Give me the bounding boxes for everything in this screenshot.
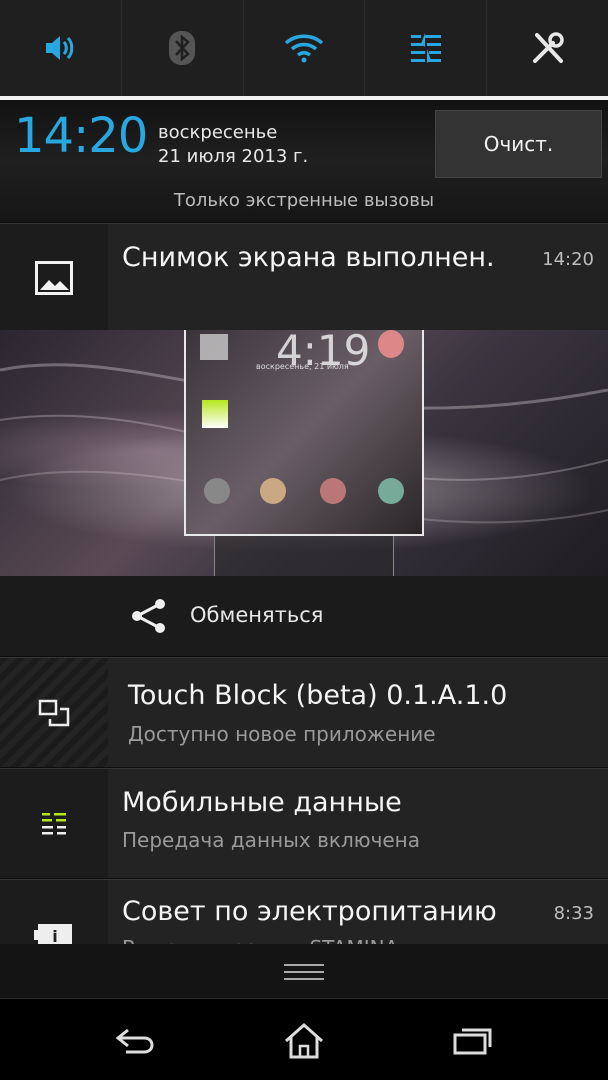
notification-title: Снимок экрана выполнен.: [122, 242, 495, 273]
recent-apps-icon: [453, 1028, 492, 1055]
notification-icon-cell: [0, 658, 108, 767]
settings-tools-icon: [532, 32, 564, 63]
touch-block-icon: [38, 699, 70, 726]
wifi-icon: [284, 34, 324, 63]
mobile-data-toggle[interactable]: [365, 0, 488, 96]
back-button[interactable]: [100, 1016, 170, 1066]
clock-time: 14:20: [14, 108, 148, 164]
volume-icon: [46, 36, 74, 60]
notification-title: Touch Block (beta) 0.1.A.1.0: [128, 680, 508, 711]
home-icon: [285, 1022, 323, 1059]
mobile-data-notification[interactable]: [0, 768, 608, 878]
notification-title: Мобильные данные: [122, 787, 402, 818]
screenshot-notification[interactable]: [0, 223, 608, 331]
share-label: Обменяться: [190, 603, 324, 627]
preview-app-icon: [202, 400, 228, 428]
date-label: 21 июля 2013 г.: [158, 146, 309, 167]
notification-subtitle: Передача данных включена: [122, 828, 421, 852]
home-button[interactable]: [269, 1016, 339, 1066]
clear-button[interactable]: Очист.: [435, 110, 602, 178]
back-icon: [115, 1028, 154, 1054]
image-icon: [35, 260, 73, 295]
preview-app-icon: [204, 478, 230, 504]
notification-time: 8:33: [553, 903, 594, 924]
notification-icon-cell: [0, 224, 108, 331]
preview-app-icon: [378, 478, 404, 504]
mobile-data-icon: [410, 33, 441, 63]
share-icon: [132, 599, 165, 633]
notification-drawer-handle[interactable]: [0, 944, 608, 998]
drag-handle-icon: [284, 964, 324, 980]
preview-phone-screen: 4:19 воскресенье, 21 июля: [184, 330, 424, 536]
settings-button[interactable]: [487, 0, 608, 96]
bluetooth-toggle[interactable]: [121, 0, 244, 96]
notification-subtitle: Доступно новое приложение: [128, 722, 436, 746]
bluetooth-icon: [169, 31, 196, 65]
emergency-calls-label: Только экстренные вызовы: [173, 190, 435, 211]
preview-app-icon: [260, 478, 286, 504]
day-of-week: воскресенье: [158, 122, 278, 143]
mobile-data-icon: [42, 812, 66, 834]
quick-settings-bar: [0, 0, 608, 96]
screenshot-preview[interactable]: 4:19 воскресенье, 21 июля: [0, 330, 608, 576]
notification-time: 14:20: [542, 249, 594, 270]
preview-app-icon: [200, 334, 228, 360]
notification-icon-cell: [0, 769, 108, 878]
recent-apps-button[interactable]: [438, 1016, 508, 1066]
wifi-toggle[interactable]: [243, 0, 366, 96]
notification-subtitle: Включить режим STAMINA: [122, 936, 398, 944]
volume-toggle[interactable]: [0, 0, 122, 96]
preview-date: воскресенье, 21 июля: [256, 362, 349, 371]
preview-app-icon: [320, 478, 346, 504]
preview-app-icon: [378, 330, 404, 358]
notification-title: Совет по электропитанию: [122, 896, 497, 927]
touch-block-notification[interactable]: [0, 657, 608, 767]
